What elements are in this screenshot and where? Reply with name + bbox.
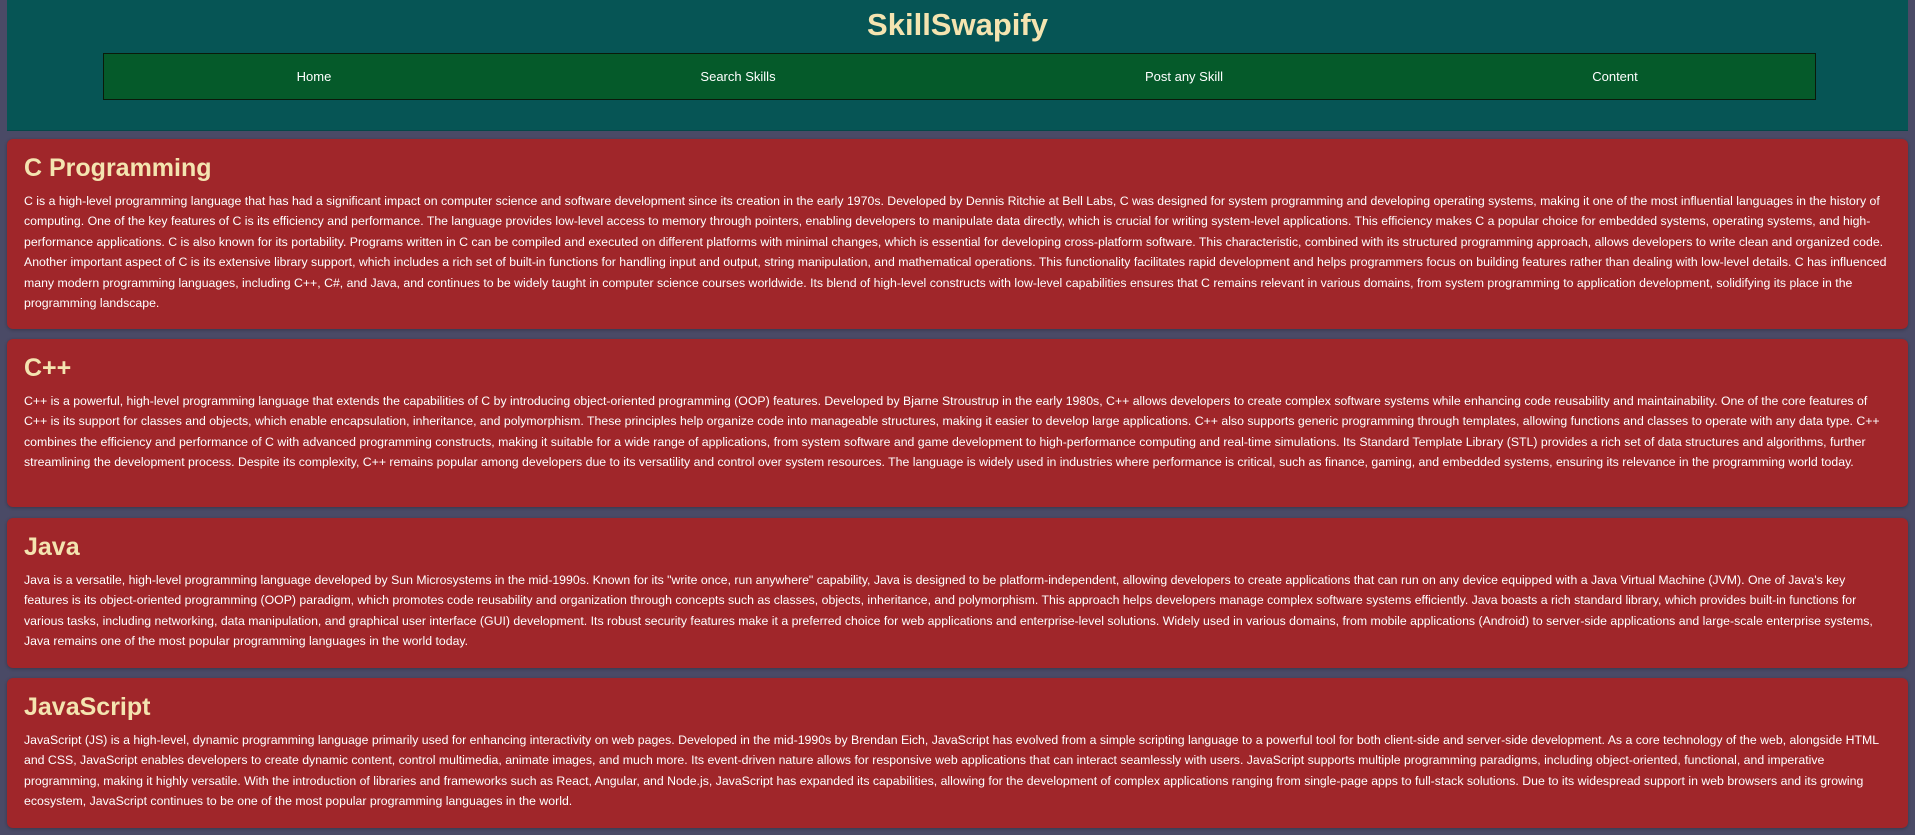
- card-title: JavaScript: [24, 693, 151, 721]
- card-body: Java is a versatile, high-level programm…: [24, 573, 1873, 649]
- main-nav: Home Search Skills Post any Skill Conten…: [103, 53, 1816, 100]
- nav-link-home[interactable]: Home: [297, 54, 332, 99]
- content-card-java: Java Java is a versatile, high-level pro…: [7, 518, 1908, 668]
- card-title: Java: [24, 533, 80, 561]
- content-card-cpp: C++ C++ is a powerful, high-level progra…: [7, 339, 1908, 507]
- card-title: C Programming: [24, 154, 212, 182]
- nav-link-search-skills[interactable]: Search Skills: [700, 54, 775, 99]
- card-body: C++ is a powerful, high-level programmin…: [24, 394, 1880, 470]
- content-card-javascript: JavaScript JavaScript (JS) is a high-lev…: [7, 678, 1908, 828]
- site-title: SkillSwapify: [867, 7, 1048, 42]
- nav-link-post-skill[interactable]: Post any Skill: [1145, 54, 1223, 99]
- card-body: JavaScript (JS) is a high-level, dynamic…: [24, 733, 1879, 809]
- page: SkillSwapify Home Search Skills Post any…: [0, 0, 1915, 835]
- card-title: C++: [24, 354, 72, 382]
- site-header: SkillSwapify Home Search Skills Post any…: [7, 0, 1908, 131]
- card-body: C is a high-level programming language t…: [24, 194, 1887, 311]
- content-card-c: C Programming C is a high-level programm…: [7, 139, 1908, 329]
- nav-link-content[interactable]: Content: [1592, 54, 1638, 99]
